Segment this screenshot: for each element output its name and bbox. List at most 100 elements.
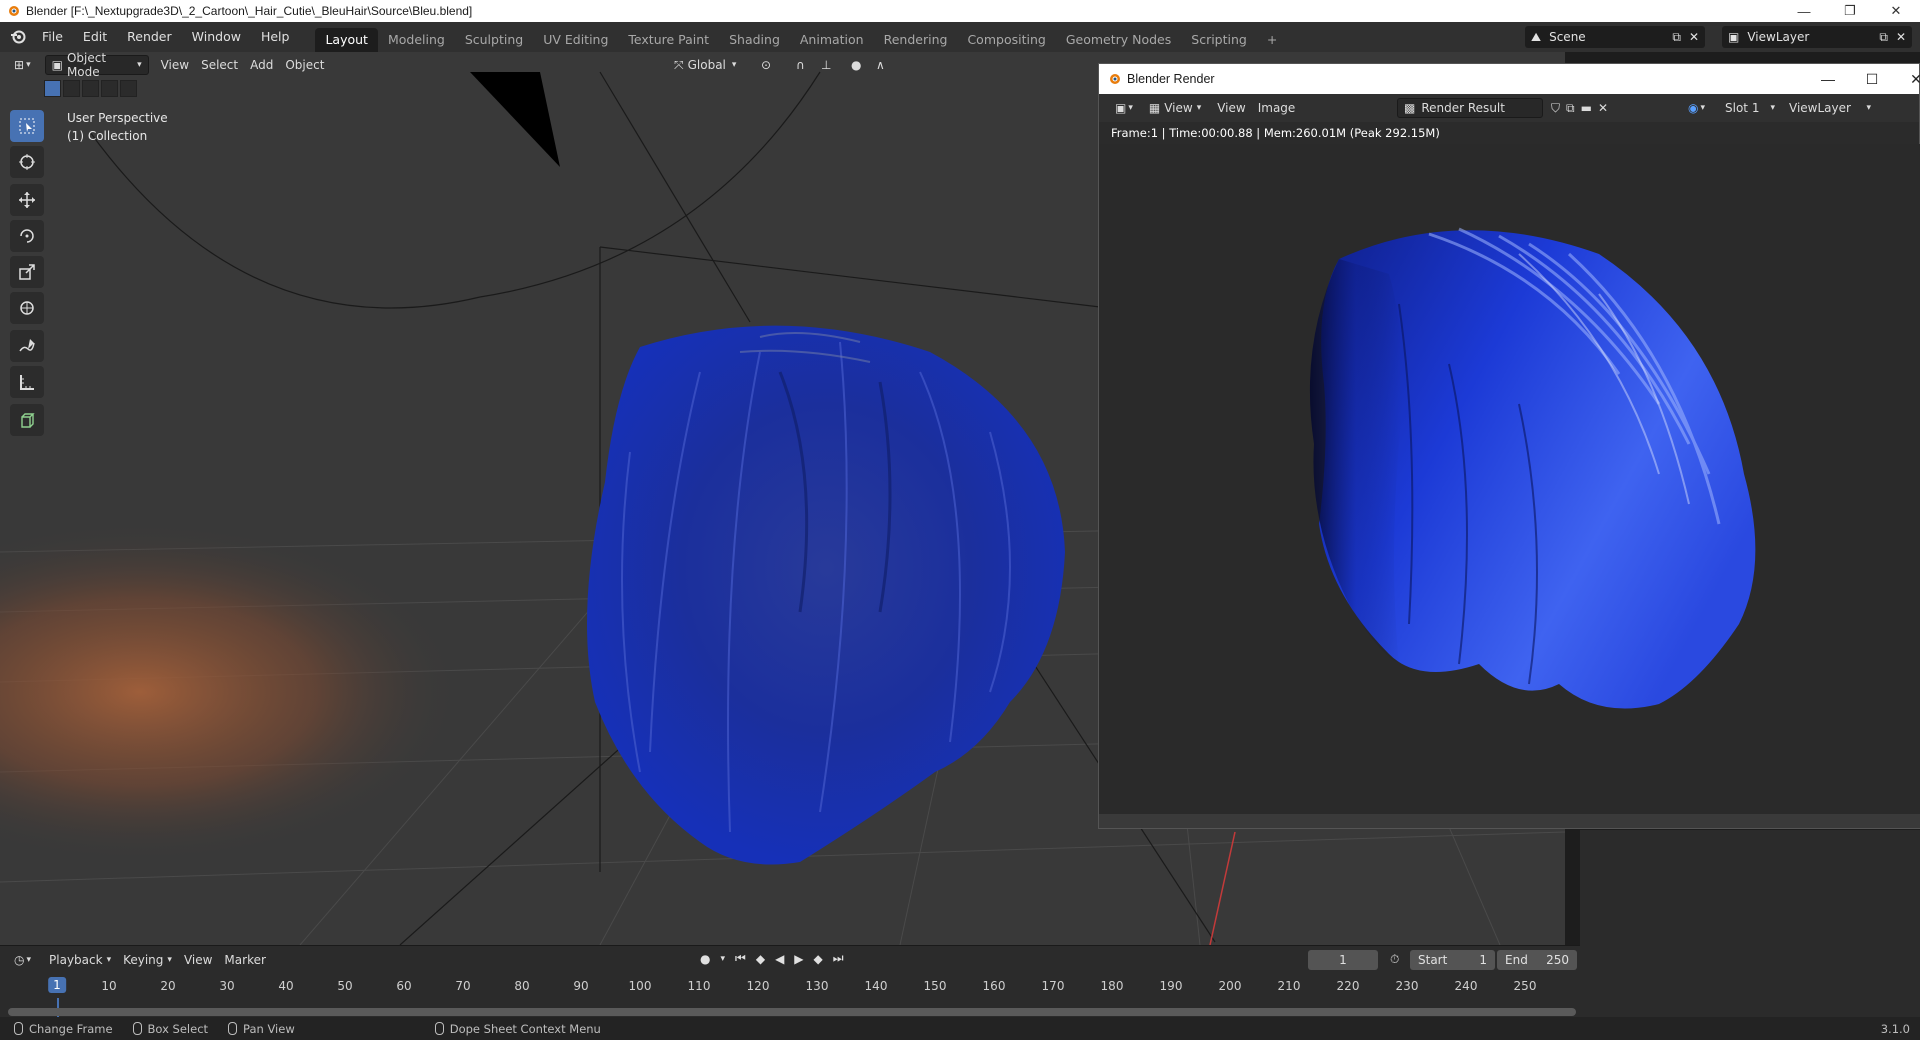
- frame-tick: 30: [219, 979, 235, 993]
- status-bar: Change Frame Box Select Pan View Dope Sh…: [0, 1017, 1920, 1040]
- menu-window[interactable]: Window: [182, 22, 251, 52]
- minimize-button[interactable]: —: [1781, 0, 1827, 22]
- tool-transform[interactable]: [10, 292, 44, 324]
- editor-type-button[interactable]: ▣ ▾: [1109, 98, 1139, 118]
- tab-rendering[interactable]: Rendering: [874, 28, 958, 52]
- view-mode-dropdown[interactable]: ▦ View ▾: [1143, 98, 1207, 118]
- fake-user-icon[interactable]: ⛉: [1551, 101, 1560, 116]
- tool-add-cube[interactable]: [10, 404, 44, 436]
- tab-compositing[interactable]: Compositing: [957, 28, 1055, 52]
- play-reverse-icon[interactable]: ◀: [775, 952, 784, 966]
- prev-keyframe-icon[interactable]: ◆: [756, 952, 765, 966]
- editor-type-button[interactable]: ◷ ▾: [8, 950, 37, 970]
- tab-modeling[interactable]: Modeling: [378, 28, 455, 52]
- render-image: [1099, 144, 1920, 814]
- open-image-icon[interactable]: ▬: [1581, 101, 1592, 115]
- timeline-menu-marker[interactable]: Marker: [218, 950, 271, 970]
- tool-select-box[interactable]: [10, 110, 44, 142]
- object-mode-dropdown[interactable]: ▣ Object Mode ▾: [44, 52, 149, 79]
- render-close-button[interactable]: ✕: [1894, 64, 1920, 94]
- tool-cursor[interactable]: [10, 146, 44, 178]
- menu-edit[interactable]: Edit: [73, 22, 117, 52]
- select-mode-intersect-icon[interactable]: [120, 80, 137, 97]
- jump-start-icon[interactable]: ⏮: [735, 951, 746, 966]
- transform-orientation-dropdown[interactable]: ⤧ Global ▾: [668, 55, 742, 75]
- new-image-icon[interactable]: ⧉: [1566, 101, 1575, 116]
- frame-ruler[interactable]: 1 10 20 30 40 50 60 70 80 90 100 110 120 130 140 150 160…: [0, 974, 1580, 998]
- render-minimize-button[interactable]: —: [1806, 64, 1850, 94]
- view-layer-selector[interactable]: ▣ ViewLayer ⧉ ✕: [1722, 26, 1912, 48]
- pivot-dropdown[interactable]: ⊙: [755, 55, 777, 75]
- select-mode-new-icon[interactable]: [44, 80, 61, 97]
- render-menu-image[interactable]: Image: [1252, 98, 1302, 118]
- orientation-icon: ⤧: [674, 57, 684, 72]
- select-mode-invert-icon[interactable]: [101, 80, 118, 97]
- frame-tick: 250: [1513, 979, 1537, 993]
- play-icon[interactable]: ▶: [794, 952, 803, 966]
- next-keyframe-icon[interactable]: ◆: [814, 952, 823, 966]
- tab-sculpting[interactable]: Sculpting: [455, 28, 533, 52]
- viewport-menu-object[interactable]: Object: [279, 55, 330, 75]
- render-result-canvas[interactable]: [1099, 144, 1920, 814]
- keying-menu[interactable]: Keying ▾: [117, 950, 178, 970]
- current-frame-field[interactable]: 1: [1308, 950, 1378, 970]
- status-box-select: Box Select: [132, 1022, 208, 1036]
- tab-animation[interactable]: Animation: [790, 28, 874, 52]
- timeline-header: ◷ ▾ Playback ▾ Keying ▾ View Marker ● ▾ ⏮ ◆…: [0, 946, 1580, 974]
- tool-annotate[interactable]: [10, 330, 44, 362]
- select-mode-extend-icon[interactable]: [63, 80, 80, 97]
- record-icon[interactable]: ●: [700, 952, 710, 966]
- render-menu-view[interactable]: View: [1211, 98, 1251, 118]
- viewport-menu-add[interactable]: Add: [244, 55, 279, 75]
- render-window-titlebar[interactable]: Blender Render — ☐ ✕: [1099, 64, 1920, 94]
- unlink-image-icon[interactable]: ✕: [1598, 101, 1608, 115]
- editor-type-button[interactable]: ⊞ ▾: [8, 55, 37, 75]
- timeline-menu-view[interactable]: View: [178, 950, 218, 970]
- slot-dropdown[interactable]: Slot 1 ▾: [1719, 98, 1781, 118]
- stopwatch-icon[interactable]: ⏱: [1390, 952, 1399, 967]
- menu-help[interactable]: Help: [251, 22, 300, 52]
- tab-scripting[interactable]: Scripting: [1181, 28, 1257, 52]
- tab-texture-paint[interactable]: Texture Paint: [618, 28, 719, 52]
- tab-shading[interactable]: Shading: [719, 28, 790, 52]
- select-mode-subtract-icon[interactable]: [82, 80, 99, 97]
- tool-move[interactable]: [10, 184, 44, 216]
- viewport-menu-view[interactable]: View: [155, 55, 195, 75]
- display-channels-dropdown[interactable]: ◉ ▾: [1682, 98, 1711, 118]
- snap-target-dropdown[interactable]: ⊥: [815, 55, 837, 75]
- snap-toggle[interactable]: ∩: [790, 55, 811, 75]
- render-layer-dropdown[interactable]: ViewLayer ▾: [1783, 98, 1877, 118]
- playback-menu[interactable]: Playback ▾: [43, 950, 117, 970]
- tab-layout[interactable]: Layout: [315, 28, 378, 52]
- render-maximize-button[interactable]: ☐: [1850, 64, 1894, 94]
- proportional-edit-toggle[interactable]: ●: [845, 55, 867, 75]
- end-frame-field[interactable]: End 250: [1497, 950, 1577, 970]
- timeline-editor[interactable]: ◷ ▾ Playback ▾ Keying ▾ View Marker ● ▾ ⏮ ◆…: [0, 945, 1580, 1026]
- blender-menu-icon[interactable]: [10, 29, 26, 45]
- image-actions: ⛉ ⧉ ▬ ✕: [1545, 98, 1614, 118]
- timeline-scrollbar[interactable]: [8, 1008, 1576, 1016]
- menu-file[interactable]: File: [32, 22, 73, 52]
- tool-scale[interactable]: [10, 256, 44, 288]
- tool-rotate[interactable]: [10, 220, 44, 252]
- viewport-menu-select[interactable]: Select: [195, 55, 244, 75]
- restore-button[interactable]: ❐: [1827, 0, 1873, 22]
- jump-end-icon[interactable]: ⏭: [833, 951, 844, 966]
- menu-render[interactable]: Render: [117, 22, 182, 52]
- properties-editor[interactable]: [1580, 830, 1920, 1025]
- collection-label: (1) Collection: [67, 129, 148, 143]
- delete-view-layer-icon[interactable]: ✕: [1896, 30, 1906, 44]
- falloff-dropdown[interactable]: ∧: [870, 55, 891, 75]
- delete-scene-icon[interactable]: ✕: [1689, 30, 1699, 44]
- close-button[interactable]: ✕: [1873, 0, 1919, 22]
- tool-measure[interactable]: [10, 366, 44, 398]
- version-label: 3.1.0: [1880, 1021, 1910, 1036]
- start-frame-field[interactable]: Start 1: [1410, 950, 1495, 970]
- new-scene-icon[interactable]: ⧉: [1672, 30, 1681, 45]
- new-view-layer-icon[interactable]: ⧉: [1879, 30, 1888, 45]
- tab-geometry-nodes[interactable]: Geometry Nodes: [1056, 28, 1181, 52]
- image-browse-field[interactable]: ▩ Render Result: [1397, 98, 1543, 118]
- tab-uv-editing[interactable]: UV Editing: [533, 28, 618, 52]
- scene-selector[interactable]: ⛰ Scene ⧉ ✕: [1525, 26, 1705, 48]
- add-workspace-button[interactable]: +: [1257, 28, 1287, 52]
